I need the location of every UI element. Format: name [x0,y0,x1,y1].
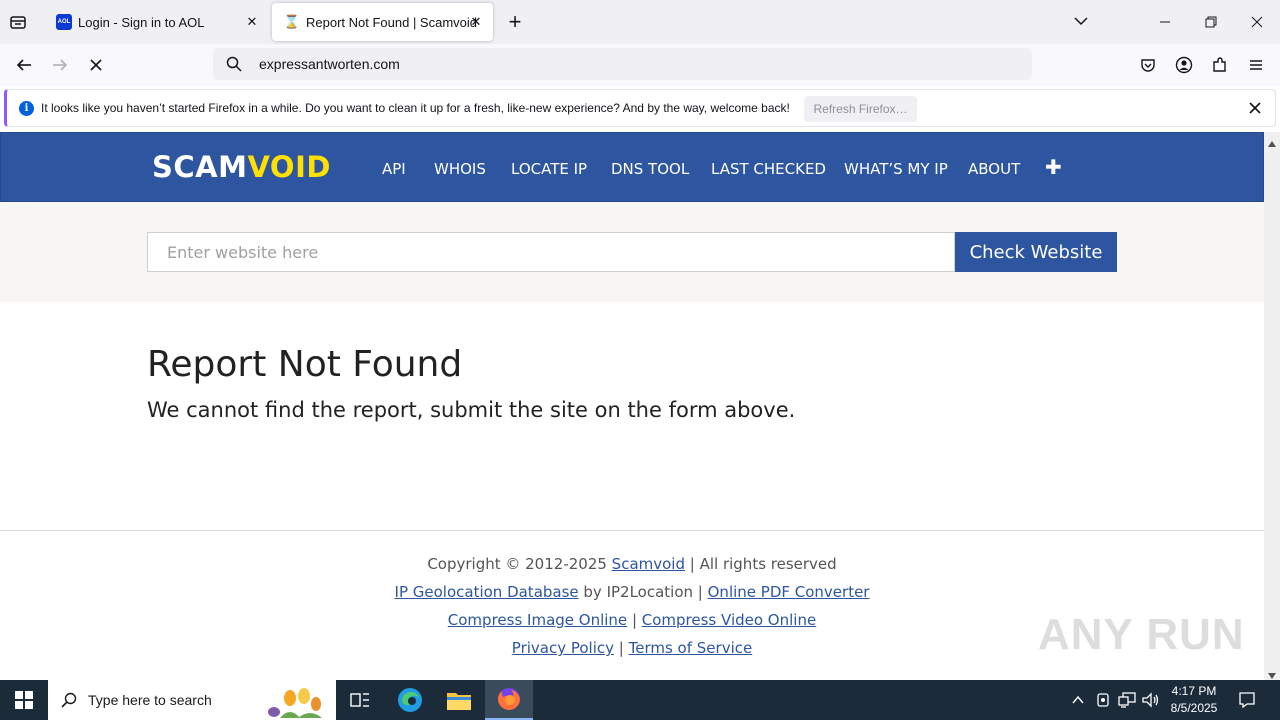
minimize-button[interactable] [1142,0,1188,44]
close-tab-icon[interactable]: ✕ [467,13,485,31]
nav-dns-tool[interactable]: DNS TOOL [611,160,689,178]
web-page: SCAMVOID API WHOIS LOCATE IP DNS TOOL LA… [0,132,1264,680]
page-title: Report Not Found [147,344,463,385]
navigation-toolbar: expressantworten.com [0,44,1280,86]
task-view-icon[interactable] [336,680,384,720]
system-clock[interactable]: 4:17 PM 8/5/2025 [1166,683,1222,717]
terms-of-service-link[interactable]: Terms of Service [629,639,753,657]
nav-api[interactable]: API [382,160,406,178]
rights-text: | All rights reserved [685,555,837,573]
copyright-text: Copyright © 2012-2025 [427,555,612,573]
nav-about[interactable]: ABOUT [968,160,1020,178]
tab-list-icon[interactable] [8,12,30,32]
search-icon [226,56,242,77]
aol-icon: AOL [56,14,72,30]
close-tab-icon[interactable]: ✕ [243,13,261,31]
taskbar-search-placeholder: Type here to search [88,692,212,708]
website-input[interactable]: Enter website here [147,232,955,272]
account-icon[interactable] [1169,50,1199,80]
volume-icon[interactable] [1142,692,1160,713]
search-highlight-flowers-icon [260,684,330,723]
network-icon[interactable] [1118,692,1136,713]
by-ip2location-text: by IP2Location | [578,583,708,601]
notification-text: It looks like you haven’t started Firefo… [41,101,790,115]
footer-links-line-1: IP Geolocation Database by IP2Location |… [0,583,1264,601]
back-arrow-icon[interactable] [9,50,39,80]
list-all-tabs-chevron-icon[interactable] [1072,12,1092,32]
extensions-icon[interactable] [1205,50,1235,80]
windows-taskbar: Type here to search 4:17 PM 8/5/2025 [0,680,1280,720]
footer-copyright-line: Copyright © 2012-2025 Scamvoid | All rig… [0,555,1264,573]
nav-locate-ip[interactable]: LOCATE IP [511,160,587,178]
pocket-icon[interactable] [1133,50,1163,80]
compress-video-link[interactable]: Compress Video Online [642,611,816,629]
stop-loading-icon[interactable] [81,50,111,80]
windows-start-icon[interactable] [0,680,48,720]
search-section: Enter website here Check Website [0,202,1264,302]
scroll-up-arrow-icon[interactable] [1267,135,1277,153]
close-notification-icon[interactable] [1247,100,1263,121]
check-website-button[interactable]: Check Website [955,232,1117,272]
hourglass-icon: ⌛ [283,14,301,29]
nav-whois[interactable]: WHOIS [434,160,486,178]
nav-whats-my-ip[interactable]: WHAT’S MY IP [844,160,948,178]
forward-arrow-icon[interactable] [45,50,75,80]
tab-strip: AOL Login - Sign in to AOL ✕ ⌛ Report No… [0,0,1280,44]
close-window-button[interactable] [1234,0,1280,44]
tab-title: Report Not Found | Scamvoid [306,14,478,30]
nav-last-checked[interactable]: LAST CHECKED [711,160,826,178]
ip-geolocation-link[interactable]: IP Geolocation Database [395,583,579,601]
clock-date: 8/5/2025 [1170,701,1218,715]
firefox-taskbar-icon[interactable] [485,680,533,720]
tab-aol-login[interactable]: AOL Login - Sign in to AOL ✕ [44,3,269,41]
separator: | [627,611,642,629]
page-message: We cannot find the report, submit the si… [147,398,796,422]
logo-part-void: VOID [247,150,331,184]
notifications-icon[interactable] [1238,691,1256,714]
scamvoid-link[interactable]: Scamvoid [612,555,685,573]
privacy-policy-link[interactable]: Privacy Policy [512,639,614,657]
taskbar-search-box[interactable]: Type here to search [48,680,336,720]
compress-image-link[interactable]: Compress Image Online [448,611,627,629]
scamvoid-logo[interactable]: SCAMVOID [152,150,331,184]
refresh-firefox-button[interactable]: Refresh Firefox… [804,96,917,122]
site-header: SCAMVOID API WHOIS LOCATE IP DNS TOOL LA… [0,132,1264,202]
show-hidden-icons-chevron-icon[interactable] [1071,693,1085,712]
menu-icon[interactable] [1241,50,1271,80]
address-bar[interactable]: expressantworten.com [213,48,1032,80]
clock-time: 4:17 PM [1171,684,1217,698]
edge-browser-icon[interactable] [386,680,434,720]
tab-title: Login - Sign in to AOL [78,14,205,30]
new-tab-button[interactable]: + [503,11,527,33]
restore-button[interactable] [1188,0,1234,44]
file-explorer-icon[interactable] [435,680,483,720]
separator: | [614,639,629,657]
meet-now-icon[interactable] [1096,692,1110,713]
info-icon: i [19,101,34,116]
tab-scamvoid[interactable]: ⌛ Report Not Found | Scamvoid ✕ [272,3,493,41]
anyrun-watermark: ANY RUN [1038,610,1245,659]
url-text: expressantworten.com [259,56,400,72]
nav-more-plus-icon[interactable]: ✚ [1045,155,1062,179]
search-icon [61,692,77,713]
refresh-firefox-notification: i It looks like you haven’t started Fire… [4,89,1276,127]
page-scrollbar[interactable] [1264,132,1280,680]
pdf-converter-link[interactable]: Online PDF Converter [708,583,870,601]
logo-part-scam: SCAM [152,150,248,184]
footer-divider [0,530,1264,531]
